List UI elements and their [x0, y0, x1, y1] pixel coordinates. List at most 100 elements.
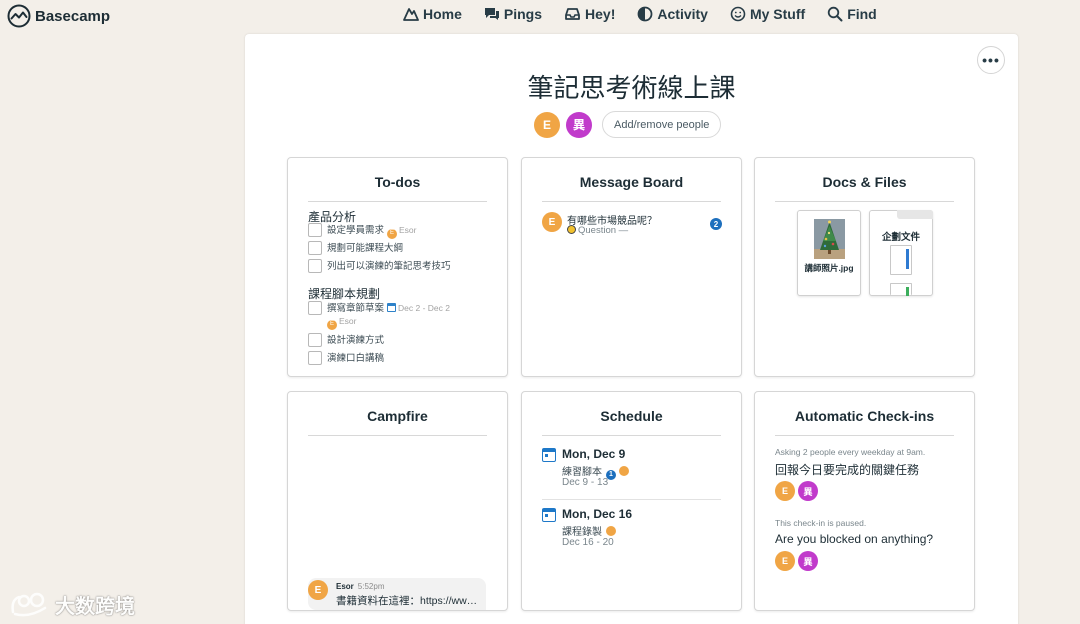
project-title: 筆記思考術線上課 [527, 74, 736, 104]
calendar-icon [542, 448, 556, 462]
todo-label[interactable]: 列出可以演練的筆記思考技巧 [327, 259, 451, 273]
todo-label[interactable]: 規劃可能課程大綱 [327, 241, 403, 255]
card-title[interactable]: Schedule [542, 408, 721, 436]
nav-find[interactable]: Find [827, 6, 877, 22]
todo-item: 演練口白講稿 [308, 351, 384, 365]
checkin-question[interactable]: 回報今日要完成的關鍵任務 [775, 461, 919, 478]
nav-activity[interactable]: Activity [637, 6, 708, 22]
folder-name: 企劃文件 [881, 232, 920, 243]
avatar[interactable]: E [534, 111, 560, 138]
assignee-name: Esor [399, 225, 417, 235]
comment-count-badge: 2 [710, 218, 722, 230]
todo-checkbox[interactable] [308, 223, 322, 237]
avatar[interactable]: 異 [566, 111, 592, 138]
nav-hey[interactable]: Hey! [564, 6, 615, 22]
todos-card[interactable]: To-dos 產品分析 設定學員需求 E Esor 規劃可能課程大綱 列出可以演練的… [287, 157, 508, 377]
nav-my-stuff[interactable]: My Stuff [730, 6, 805, 22]
todo-checkbox[interactable] [308, 259, 322, 273]
top-navigation: Basecamp Home Pings Hey! Activity My Stu… [0, 0, 1080, 32]
campfire-card[interactable]: Campfire E Esor 5:52pm 書籍資料在這裡：https://ww… [287, 391, 508, 611]
watermark-logo-icon [11, 592, 47, 616]
card-title[interactable]: Message Board [542, 174, 721, 202]
card-title[interactable]: Campfire [308, 408, 487, 436]
event-title: 課程錄製 [562, 523, 618, 538]
activity-icon [637, 6, 653, 22]
todo-date-range: Dec 2 - Dec 2 [398, 303, 450, 313]
avatar: E [542, 212, 562, 232]
document-preview [890, 283, 912, 296]
todo-item: 撰寫章節草案 Dec 2 - Dec 2 E Esor [308, 301, 477, 330]
avatar: 異 [798, 481, 818, 501]
watermark: 大数跨境 [9, 590, 135, 619]
campfire-time: 5:52pm [357, 582, 385, 591]
todo-checkbox[interactable] [308, 241, 322, 255]
checkins-card[interactable]: Automatic Check-ins Asking 2 people ever… [754, 391, 975, 611]
assignee-avatar: E [327, 319, 337, 330]
basecamp-logo[interactable]: Basecamp [7, 4, 110, 28]
nav-pings-label: Pings [503, 6, 543, 22]
add-remove-people-button[interactable]: Add/remove people [602, 111, 722, 138]
search-icon [827, 6, 843, 22]
avatar: E [775, 481, 795, 501]
divider [542, 499, 721, 500]
campfire-author: Esor 5:52pm [336, 582, 384, 591]
folder-icon [897, 210, 933, 219]
main-nav: Home Pings Hey! Activity My Stuff Find [403, 6, 877, 22]
nav-activity-label: Activity [657, 6, 708, 22]
todo-item: 設定學員需求 E Esor [308, 223, 417, 239]
calendar-icon [542, 508, 556, 522]
message-category-label: Question — [578, 225, 629, 236]
file-name: 講師照片.jpg [804, 263, 854, 273]
todo-label[interactable]: 設計演練方式 [327, 333, 384, 347]
event-range: Dec 9 - 13 [562, 477, 609, 488]
file-tile[interactable]: 講師照片.jpg [797, 210, 861, 296]
watermark-text: 大数跨境 [55, 596, 135, 618]
avatar: E [308, 580, 328, 600]
pings-icon [484, 8, 499, 20]
assignee-avatar: E [387, 228, 398, 239]
nav-pings[interactable]: Pings [484, 6, 542, 22]
todo-text[interactable]: 撰寫章節草案 Dec 2 - Dec 2 E Esor [327, 301, 477, 330]
todo-label[interactable]: 演練口白講稿 [327, 351, 384, 365]
todo-label: 設定學員需求 [327, 225, 385, 236]
todo-checkbox[interactable] [308, 351, 322, 365]
schedule-card[interactable]: Schedule Mon, Dec 9 練習腳本 1 Dec 9 - 13 Mon… [521, 391, 742, 611]
docs-files-card[interactable]: Docs & Files 講師照片.jpg 企劃文件 [754, 157, 975, 377]
message-category: Question — [567, 225, 628, 236]
todo-checkbox[interactable] [308, 301, 322, 315]
campfire-author-name: Esor [336, 582, 354, 591]
nav-home[interactable]: Home [403, 6, 462, 22]
brand-name: Basecamp [35, 7, 111, 25]
nav-find-label: Find [847, 6, 877, 22]
checkin-people: E 異 [775, 551, 818, 571]
project-people: E 異 Add/remove people [534, 111, 722, 138]
todo-list-title[interactable]: 課程腳本規劃 [308, 285, 380, 302]
checkin-people: E 異 [775, 481, 818, 501]
todo-checkbox[interactable] [308, 333, 322, 347]
checkin-question[interactable]: Are you blocked on anything? [775, 532, 933, 546]
card-title[interactable]: To-dos [308, 174, 487, 202]
checkin-status-note: This check-in is paused. [775, 518, 867, 528]
project-panel: ••• 筆記思考術線上課 E 異 Add/remove people To-do… [245, 34, 1018, 624]
card-title[interactable]: Docs & Files [775, 174, 954, 202]
todo-text[interactable]: 設定學員需求 E Esor [327, 223, 417, 239]
folder-tile[interactable]: 企劃文件 [869, 210, 933, 296]
todo-item: 列出可以演練的筆記思考技巧 [308, 259, 451, 273]
message-board-card[interactable]: Message Board E 有哪些市場競品呢？ Question — 2 [521, 157, 742, 377]
campfire-message: E Esor 5:52pm 書籍資料在這裡：https://ww… [308, 578, 486, 610]
image-thumbnail [814, 219, 845, 259]
assignee-name: Esor [339, 316, 357, 326]
event-date: Mon, Dec 16 [562, 507, 633, 521]
event-range: Dec 16 - 20 [562, 537, 614, 548]
todo-label: 撰寫章節草案 [327, 303, 385, 314]
checkin-schedule-note: Asking 2 people every weekday at 9am. [775, 447, 926, 457]
assignee-avatar [606, 526, 616, 536]
card-title[interactable]: Automatic Check-ins [775, 408, 954, 436]
event-date: Mon, Dec 9 [562, 447, 626, 461]
avatar: 異 [798, 551, 818, 571]
todo-item: 規劃可能課程大綱 [308, 241, 403, 255]
question-emoji-icon [567, 225, 576, 234]
christmas-tree-image [814, 219, 845, 259]
assignee-avatar [619, 466, 629, 476]
basecamp-logo-icon [7, 4, 31, 28]
